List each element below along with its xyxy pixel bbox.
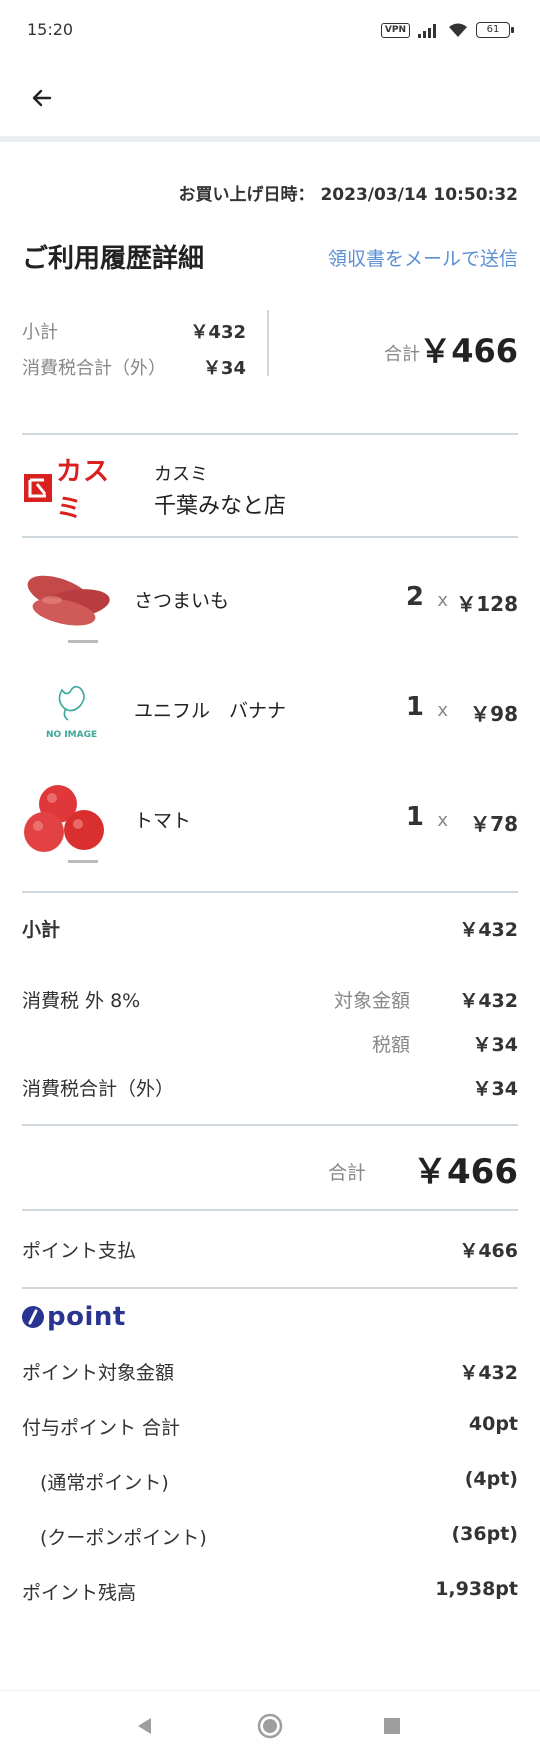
tax-amount-label: 税額 bbox=[371, 1034, 410, 1056]
point-balance-value: 1,938pt bbox=[435, 1578, 518, 1600]
grand-total-value: ￥466 bbox=[413, 1152, 518, 1192]
item-price: ￥78 bbox=[470, 812, 518, 836]
breakdown-subtotal-value: ￥432 bbox=[459, 919, 518, 941]
purchase-datetime-label: お買い上げ日時： bbox=[178, 185, 315, 205]
status-bar: 15:20 VPN 61 bbox=[0, 0, 540, 64]
summary-subtotal-value: ￥432 bbox=[190, 322, 246, 343]
point-target-label: ポイント対象金額 bbox=[22, 1362, 175, 1384]
point-logo: point bbox=[22, 1302, 126, 1332]
point-normal-value: (4pt) bbox=[464, 1468, 518, 1490]
sweet-potato-image bbox=[27, 575, 110, 643]
wifi-icon bbox=[449, 23, 467, 37]
triangle-back-icon bbox=[138, 1718, 151, 1734]
purchase-datetime-value: 2023/03/14 10:50:32 bbox=[320, 185, 518, 205]
payment-label: ポイント支払 bbox=[22, 1240, 137, 1262]
point-normal-label: (通常ポイント) bbox=[40, 1472, 169, 1494]
divider bbox=[22, 891, 518, 893]
divider bbox=[22, 1124, 518, 1126]
divider bbox=[22, 536, 518, 538]
list-item[interactable]: トマト 1 x ￥78 bbox=[22, 780, 518, 870]
divider bbox=[22, 1209, 518, 1211]
item-quantity: 2 bbox=[405, 582, 424, 612]
point-logo-icon bbox=[22, 1306, 44, 1328]
item-multiply: x bbox=[437, 700, 448, 721]
payment-row: ポイント支払 ￥466 bbox=[22, 1236, 518, 1263]
tax-rate-label: 消費税 外 8% bbox=[22, 990, 141, 1012]
point-target-row: ポイント対象金額 ￥432 bbox=[22, 1358, 518, 1385]
tax-total-value: ￥34 bbox=[472, 1078, 518, 1100]
email-receipt-link[interactable]: 領収書をメールで送信 bbox=[328, 244, 518, 271]
item-multiply: x bbox=[437, 810, 448, 831]
tax-target-label: 対象金額 bbox=[333, 990, 410, 1012]
nav-home-button[interactable] bbox=[253, 1709, 287, 1743]
summary-tax: 消費税合計（外） ￥34 bbox=[22, 354, 246, 380]
item-price: ￥128 bbox=[456, 592, 518, 616]
breakdown-tax-total: 消費税合計（外） ￥34 bbox=[22, 1074, 518, 1101]
page-title: ご利用履歴詳細 bbox=[22, 244, 205, 274]
status-time: 15:20 bbox=[27, 20, 74, 39]
item-name: さつまいも bbox=[134, 590, 230, 612]
item-name: トマト bbox=[134, 810, 192, 832]
tax-total-label: 消費税合計（外） bbox=[22, 1078, 175, 1100]
store-logo: カスミ bbox=[24, 457, 128, 524]
point-logo-text: point bbox=[47, 1302, 126, 1332]
item-price: ￥98 bbox=[470, 702, 518, 726]
summary-subtotal-label: 小計 bbox=[22, 322, 58, 343]
summary-total-label: 合計 bbox=[384, 344, 420, 365]
summary-divider bbox=[267, 310, 269, 376]
point-target-value: ￥432 bbox=[459, 1362, 518, 1384]
square-recents-icon bbox=[384, 1718, 400, 1734]
divider bbox=[22, 433, 518, 435]
summary-tax-label: 消費税合計（外） bbox=[22, 358, 166, 379]
battery-icon: 61 bbox=[476, 22, 514, 38]
summary-box: 小計 ￥432 消費税合計（外） ￥34 合計 ￥466 bbox=[22, 310, 518, 382]
arrow-left-icon bbox=[32, 89, 52, 107]
store-chain-name: カスミ bbox=[154, 464, 208, 485]
item-quantity: 1 bbox=[405, 802, 424, 832]
store-branch-name: 千葉みなと店 bbox=[154, 494, 287, 519]
item-name: ユニフル バナナ bbox=[134, 700, 287, 722]
header-divider bbox=[0, 136, 540, 142]
list-item[interactable]: NO IMAGE ユニフル バナナ 1 x ￥98 bbox=[22, 670, 518, 760]
no-image-label: NO IMAGE bbox=[46, 730, 98, 740]
store-logo-text: カスミ bbox=[56, 457, 111, 524]
status-icons: VPN 61 bbox=[380, 22, 514, 38]
summary-total-value: ￥466 bbox=[419, 332, 518, 370]
tax-amount-value: ￥34 bbox=[472, 1034, 518, 1056]
summary-subtotal: 小計 ￥432 bbox=[22, 318, 246, 344]
point-balance-label: ポイント残高 bbox=[22, 1582, 137, 1604]
grand-total-label: 合計 bbox=[327, 1162, 366, 1184]
no-image-placeholder: NO IMAGE bbox=[22, 670, 112, 760]
point-coupon-row: (クーポンポイント) (36pt) bbox=[22, 1523, 518, 1550]
app-bar bbox=[0, 64, 540, 136]
breakdown-tax-rate: 消費税 外 8% 対象金額 ￥432 bbox=[22, 986, 518, 1013]
summary-tax-value: ￥34 bbox=[202, 358, 246, 379]
breakdown-subtotal-label: 小計 bbox=[22, 919, 61, 941]
point-granted-label: 付与ポイント 合計 bbox=[22, 1417, 181, 1439]
point-coupon-label: (クーポンポイント) bbox=[40, 1527, 207, 1549]
circle-home-icon bbox=[257, 1713, 283, 1739]
payment-value: ￥466 bbox=[459, 1240, 518, 1262]
nav-back-button[interactable] bbox=[128, 1709, 162, 1743]
point-granted-row: 付与ポイント 合計 40pt bbox=[22, 1413, 518, 1440]
point-normal-row: (通常ポイント) (4pt) bbox=[22, 1468, 518, 1495]
point-balance-row: ポイント残高 1,938pt bbox=[22, 1578, 518, 1605]
nav-recents-button[interactable] bbox=[375, 1709, 409, 1743]
system-nav-bar bbox=[0, 1690, 540, 1759]
back-button[interactable] bbox=[22, 78, 62, 118]
tomato-image bbox=[24, 785, 104, 863]
divider bbox=[22, 1287, 518, 1289]
point-granted-value: 40pt bbox=[468, 1413, 518, 1435]
list-item[interactable]: さつまいも 2 x ￥128 bbox=[22, 560, 518, 650]
item-multiply: x bbox=[437, 590, 448, 611]
point-coupon-value: (36pt) bbox=[451, 1523, 519, 1545]
signal-icon bbox=[418, 24, 436, 38]
tax-target-value: ￥432 bbox=[459, 990, 518, 1012]
item-quantity: 1 bbox=[405, 692, 424, 722]
store-logo-mark bbox=[24, 474, 52, 502]
breakdown-subtotal: 小計 ￥432 bbox=[22, 915, 518, 942]
purchase-datetime: お買い上げ日時： 2023/03/14 10:50:32 bbox=[179, 180, 518, 205]
vpn-icon: VPN bbox=[380, 22, 410, 38]
